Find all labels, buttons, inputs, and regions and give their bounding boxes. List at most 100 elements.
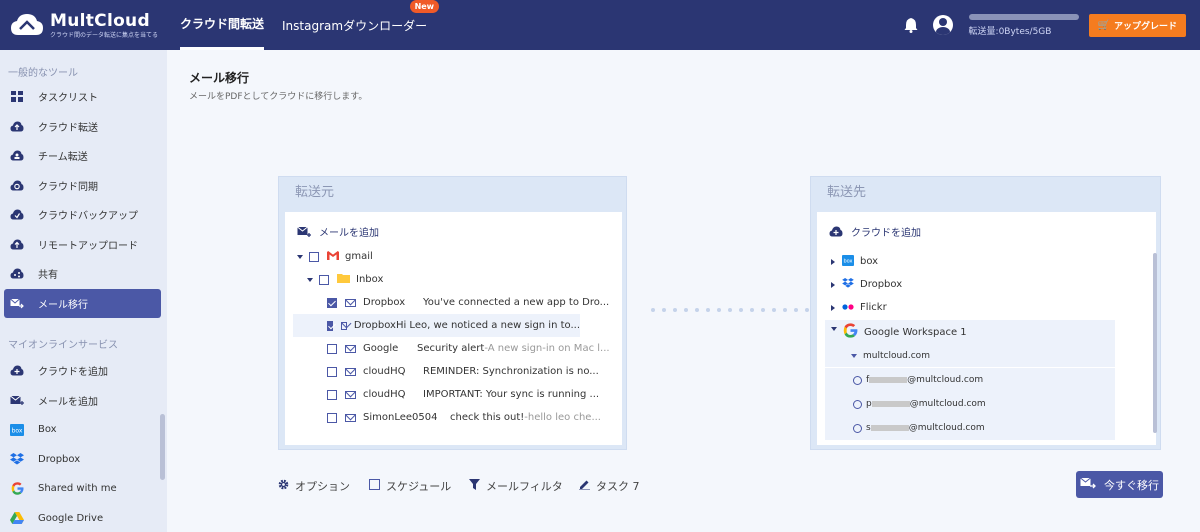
sidebar-item-dropbox[interactable]: Dropbox	[0, 445, 167, 475]
checkbox[interactable]	[327, 389, 337, 400]
sidebar-item-label: メール移行	[38, 299, 88, 311]
mail-filter-button[interactable]: メールフィルタ	[469, 478, 563, 494]
cloud-node-box[interactable]: box box	[831, 250, 878, 273]
sidebar-item-shared-with-me[interactable]: Shared with me	[0, 474, 167, 504]
radio-button[interactable]	[853, 399, 862, 409]
radio-button[interactable]	[853, 423, 862, 433]
add-cloud-icon	[10, 365, 24, 377]
user-avatar-icon[interactable]	[932, 15, 953, 35]
email-row[interactable]: Dropbox You've connected a new app to Dr…	[327, 291, 609, 314]
email-migration-icon	[1080, 477, 1096, 492]
email-sender: Dropbox	[353, 320, 396, 331]
cloud-node-google-workspace[interactable]: Google Workspace 1	[825, 320, 1115, 344]
cloud-node-dropbox[interactable]: Dropbox	[831, 273, 902, 296]
add-cloud-button[interactable]: クラウドを追加	[829, 224, 921, 239]
checkbox[interactable]	[309, 251, 319, 262]
options-button[interactable]: オプション	[278, 478, 350, 494]
checkbox[interactable]	[327, 320, 333, 331]
mail-filter-label: メールフィルタ	[486, 480, 563, 493]
tab-cloud-transfer[interactable]: クラウド間転送	[180, 0, 265, 50]
dropbox-icon	[10, 453, 24, 465]
chevron-down-icon[interactable]	[297, 254, 303, 259]
mail-icon	[340, 321, 347, 330]
cloud-logo-icon	[10, 13, 44, 37]
cloud-transfer-icon	[10, 120, 24, 132]
cloud-backup-icon	[10, 209, 24, 221]
google-icon	[10, 482, 24, 495]
sidebar-item-add-cloud[interactable]: クラウドを追加	[0, 356, 167, 386]
sidebar-item-cloud-transfer[interactable]: クラウド転送	[0, 112, 167, 142]
sidebar-item-google-drive[interactable]: Google Drive	[0, 504, 167, 532]
schedule-button[interactable]: スケジュール	[369, 478, 451, 494]
source-panel: 転送元 メールを追加 gmail Inbox Dropbox You've co…	[278, 176, 627, 450]
page-description: メールをPDFとしてクラウドに移行します。	[189, 92, 368, 102]
schedule-label: スケジュール	[386, 480, 452, 493]
email-row[interactable]: Google Security alert -A new sign-in on M…	[327, 337, 610, 360]
chevron-down-icon[interactable]	[831, 327, 837, 331]
sidebar-section-services: マイオンラインサービス	[8, 340, 118, 351]
chevron-right-icon[interactable]	[831, 258, 835, 265]
sidebar-scrollbar[interactable]	[160, 414, 165, 480]
email-row[interactable]: cloudHQ REMINDER: Synchronization is no.…	[327, 360, 599, 383]
migrate-now-button[interactable]: 今すぐ移行	[1076, 471, 1163, 498]
task-name-label: タスク 7	[596, 480, 640, 493]
team-transfer-icon	[10, 150, 24, 162]
radio-button[interactable]	[853, 375, 862, 385]
sidebar-item-team-transfer[interactable]: チーム転送	[0, 141, 167, 171]
chevron-right-icon[interactable]	[831, 281, 835, 288]
sidebar-item-email-migration[interactable]: メール移行	[4, 288, 161, 318]
mail-icon	[345, 390, 356, 399]
tree-node-inbox[interactable]: Inbox	[307, 268, 383, 291]
sidebar-item-cloud-sync[interactable]: クラウド同期	[0, 171, 167, 201]
google-drive-icon	[10, 512, 24, 525]
checkbox[interactable]	[327, 297, 337, 308]
task-name-button[interactable]: タスク 7	[579, 478, 640, 494]
box-icon: box	[10, 423, 24, 436]
checkbox[interactable]	[319, 274, 329, 285]
sidebar-item-task-list[interactable]: タスクリスト	[0, 82, 167, 112]
destination-scrollbar[interactable]	[1153, 253, 1157, 433]
email-sender: SimonLee0504	[363, 412, 438, 423]
checkbox[interactable]	[327, 343, 337, 354]
domain-name: multcloud.com	[863, 350, 930, 361]
email-subject: IMPORTANT: Your sync is running ...	[423, 389, 600, 400]
sidebar-item-share[interactable]: 共有	[0, 259, 167, 289]
account-row[interactable]: p @multcloud.com	[825, 392, 1115, 416]
account-suffix: @multcloud.com	[909, 399, 986, 409]
sidebar-item-cloud-backup[interactable]: クラウドバックアップ	[0, 200, 167, 230]
email-row[interactable]: cloudHQ IMPORTANT: Your sync is running …	[327, 383, 599, 406]
chevron-down-icon[interactable]	[851, 353, 857, 358]
sidebar-item-remote-upload[interactable]: リモートアップロード	[0, 230, 167, 260]
sidebar-item-label: リモートアップロード	[38, 240, 138, 252]
logo[interactable]: MultCloud クラウド間のデータ転送に集点を当てる	[0, 12, 170, 39]
email-row[interactable]: SimonLee0504 check this out! -hello leo c…	[327, 406, 601, 429]
email-subject: Security alert	[417, 343, 485, 354]
tab-label: クラウド間転送	[180, 17, 265, 31]
checkbox[interactable]	[327, 366, 337, 377]
tree-node-gmail[interactable]: gmail	[297, 245, 373, 268]
email-preview: -hello leo che...	[524, 412, 601, 423]
tab-instagram-downloader[interactable]: Instagramダウンローダー New	[282, 0, 440, 50]
folder-icon	[337, 273, 350, 286]
account-row[interactable]: f @multcloud.com	[825, 368, 1115, 392]
sidebar-item-add-mail[interactable]: メールを追加	[0, 386, 167, 416]
checkbox[interactable]	[327, 412, 337, 423]
source-tree: メールを追加 gmail Inbox Dropbox You've connec…	[285, 212, 622, 445]
add-mail-button[interactable]: メールを追加	[297, 224, 379, 239]
destination-panel: 転送先 クラウドを追加 box box Dropbox Flickr Googl…	[810, 176, 1161, 450]
bell-icon[interactable]	[903, 17, 919, 33]
mail-icon	[345, 298, 356, 307]
add-cloud-label: クラウドを追加	[851, 228, 921, 239]
domain-node[interactable]: multcloud.com	[825, 344, 1115, 367]
sidebar-item-box[interactable]: box Box	[0, 415, 167, 445]
sidebar-section-tools: 一般的なツール	[8, 68, 78, 79]
cloud-name: Dropbox	[860, 279, 903, 290]
chevron-right-icon[interactable]	[831, 304, 835, 311]
gear-icon	[278, 479, 289, 493]
email-subject: REMINDER: Synchronization is no...	[423, 366, 599, 377]
cloud-node-flickr[interactable]: Flickr	[831, 296, 887, 319]
chevron-down-icon[interactable]	[307, 277, 313, 282]
email-row[interactable]: Dropbox Hi Leo, we noticed a new sign in…	[293, 314, 580, 337]
account-row[interactable]: s @multcloud.com	[825, 416, 1115, 440]
upgrade-button[interactable]: 🛒 アップグレード	[1088, 13, 1186, 37]
